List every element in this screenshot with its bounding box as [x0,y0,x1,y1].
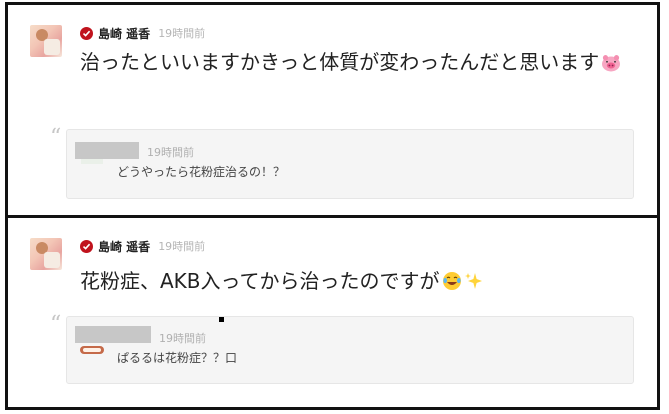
sparkles-emoji [464,269,484,300]
quoted-text: ぱるるは花粉症？？口 [117,351,238,365]
avatar[interactable] [30,25,62,57]
post-text: 花粉症、AKB入ってから治ったのですが [80,269,440,293]
post-card: 島崎 遥香 19時間前 治ったといいますかきっと体質が変わったんだと思います “ [5,2,660,218]
quoted-timestamp: 19時間前 [147,146,194,159]
post-timestamp: 19時間前 [158,27,206,40]
quote-icon: “ [50,125,62,150]
quote-icon: “ [50,312,62,337]
post-header: 島崎 遥香 19時間前 [80,238,205,254]
quoted-author-redacted [75,326,151,343]
avatar-photo-detail [44,39,60,55]
post-body: 花粉症、AKB入ってから治ったのですが [80,266,650,300]
quoted-author-redacted [75,142,139,159]
quoted-avatar [79,343,104,355]
avatar[interactable] [30,238,62,270]
cursor-marker [219,317,224,322]
pig-face-emoji [601,50,621,81]
quoted-text: どうやったら花粉症治るの！？ [117,165,286,179]
post-timestamp: 19時間前 [158,240,206,253]
avatar-photo-detail [44,252,60,268]
post-header: 島崎 遥香 19時間前 [80,25,205,41]
quoted-comment[interactable]: 19時間前 ぱるるは花粉症？？口 [66,316,634,384]
author-name[interactable]: 島崎 遥香 [98,238,150,255]
quoted-comment[interactable]: 19時間前 どうやったら花粉症治るの！？ [66,129,634,199]
comment-feed: 島崎 遥香 19時間前 治ったといいますかきっと体質が変わったんだと思います “ [0,0,669,414]
laughing-tears-emoji [442,269,462,300]
author-name[interactable]: 島崎 遥香 [98,25,150,42]
quoted-timestamp: 19時間前 [159,332,206,345]
post-text: 治ったといいますかきっと体質が変わったんだと思います [80,50,600,74]
verified-check-icon [80,239,93,253]
post-card: 島崎 遥香 19時間前 花粉症、AKB入ってから治ったのですが “ 19時間前 … [5,215,660,410]
post-body: 治ったといいますかきっと体質が変わったんだと思います [80,47,650,81]
verified-check-icon [80,26,93,40]
